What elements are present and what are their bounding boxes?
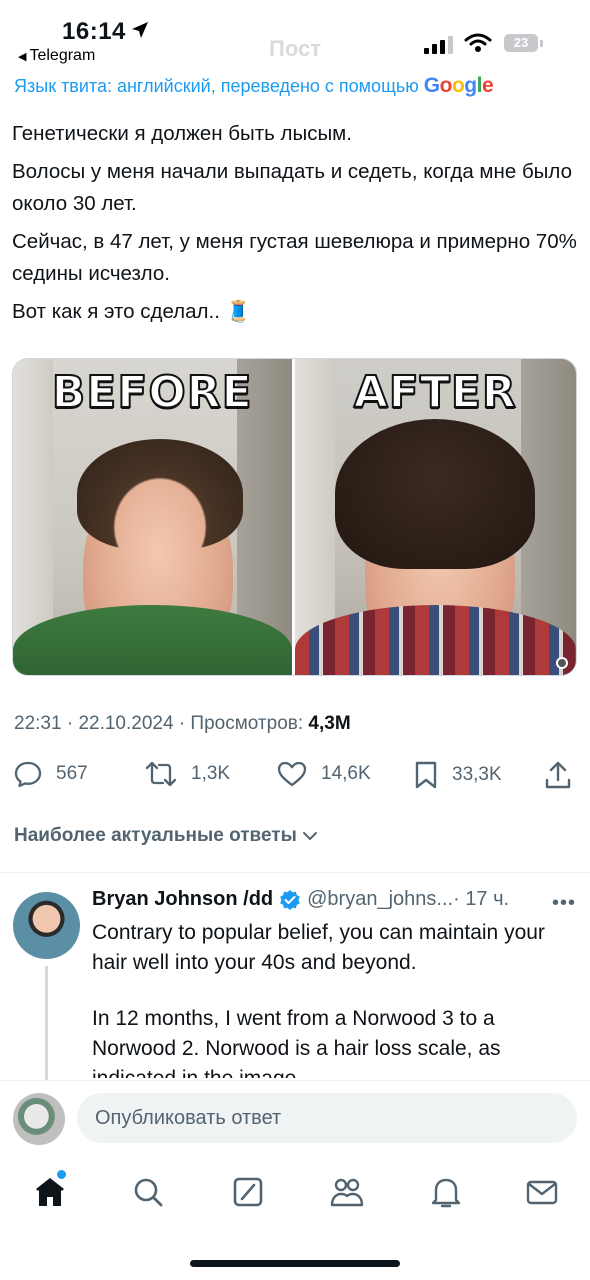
views-label: Просмотров: (190, 713, 304, 734)
reply-button[interactable]: 567 (14, 760, 88, 788)
media-badge-icon (556, 657, 568, 669)
like-count: 14,6K (321, 763, 371, 784)
tab-notifications[interactable] (426, 1172, 466, 1212)
cellular-signal-icon (424, 36, 453, 54)
hair-after (334, 419, 535, 569)
replies-sort-dropdown[interactable]: Наиболее актуальные ответы (14, 825, 319, 847)
tweet-text: Генетически я должен быть лысым. Волосы … (12, 118, 582, 334)
status-bar: 16:14 ◀ Telegram Пост 23 (0, 0, 590, 72)
tweet-time: 22:31 (14, 713, 62, 734)
tweet-date: 22.10.2024 (78, 713, 174, 734)
retweet-icon (145, 761, 177, 787)
tweet-paragraph: Генетически я должен быть лысым. (12, 122, 352, 145)
home-indicator[interactable] (190, 1260, 400, 1267)
views-count[interactable]: 4,3M (308, 713, 350, 734)
google-logo: Google (423, 74, 494, 97)
reply-paragraph: In 12 months, I went from a Norwood 3 to… (92, 1007, 501, 1078)
like-button[interactable]: 14,6K (277, 760, 371, 788)
verified-badge-icon (280, 889, 300, 910)
home-notification-dot (57, 1170, 66, 1179)
reply-author-name[interactable]: Bryan Johnson /dd (92, 888, 273, 911)
share-button[interactable] (544, 760, 586, 790)
reply-text: Contrary to popular belief, you can main… (92, 918, 572, 1078)
reply-author-avatar[interactable] (13, 892, 80, 959)
reply-age: · 17 ч. (453, 888, 510, 910)
tweet-meta: 22:31 · 22.10.2024 · Просмотров: 4,3M (14, 713, 351, 734)
after-photo: AFTER (294, 359, 576, 675)
heart-icon (277, 761, 307, 787)
more-options-icon[interactable]: ••• (552, 892, 576, 915)
communities-icon (330, 1178, 364, 1207)
before-label: BEFORE (51, 366, 253, 419)
tweet-paragraph: Вот как я это сделал.. 🧵 (12, 300, 252, 323)
tweet-media-image[interactable]: BEFORE AFTER (12, 358, 577, 676)
tab-grok[interactable] (228, 1172, 268, 1212)
wifi-icon (464, 33, 492, 52)
before-photo: BEFORE (13, 359, 295, 675)
reply-compose-input[interactable]: Опубликовать ответ (77, 1093, 577, 1143)
bottom-tab-bar (0, 1160, 590, 1230)
reply-count: 567 (56, 763, 88, 784)
thread-line (45, 966, 48, 1086)
retweet-button[interactable]: 1,3K (145, 760, 230, 788)
page-title: Пост (269, 36, 321, 61)
share-icon (545, 761, 571, 789)
retweet-count: 1,3K (191, 763, 231, 784)
battery-tip (540, 40, 543, 47)
translation-text: Язык твита: английский, переведено с пом… (14, 76, 419, 96)
tweet-paragraph: Волосы у меня начали выпадать и седеть, … (12, 160, 573, 215)
mail-icon (526, 1180, 558, 1205)
after-label: AFTER (353, 366, 517, 419)
bookmark-count: 33,3K (452, 764, 502, 785)
bell-icon (431, 1178, 461, 1208)
reply-header: Bryan Johnson /dd @bryan_johns... · 17 ч… (92, 888, 582, 911)
hair-before (77, 439, 243, 549)
bookmark-icon (415, 761, 437, 789)
home-icon (36, 1178, 64, 1206)
tab-search[interactable] (128, 1172, 168, 1212)
replies-sort-label: Наиболее актуальные ответы (14, 825, 297, 846)
chevron-down-icon (302, 832, 317, 841)
search-icon (134, 1178, 163, 1207)
reply-icon (14, 761, 42, 788)
tweet-actions: 567 1,3K 14,6K 33,3K (14, 760, 574, 792)
tweet-paragraph: Сейчас, в 47 лет, у меня густая шевелюра… (12, 230, 577, 285)
tab-messages[interactable] (522, 1172, 562, 1212)
reply-author-handle[interactable]: @bryan_johns... (307, 888, 453, 911)
grok-icon (233, 1177, 263, 1207)
current-user-avatar[interactable] (13, 1093, 65, 1145)
divider (0, 872, 590, 873)
tab-communities[interactable] (327, 1172, 367, 1212)
battery-indicator: 23 (504, 34, 538, 52)
bookmark-button[interactable]: 33,3K (414, 760, 502, 790)
reply-paragraph: Contrary to popular belief, you can main… (92, 921, 545, 974)
translation-note[interactable]: Язык твита: английский, переведено с пом… (14, 74, 493, 98)
